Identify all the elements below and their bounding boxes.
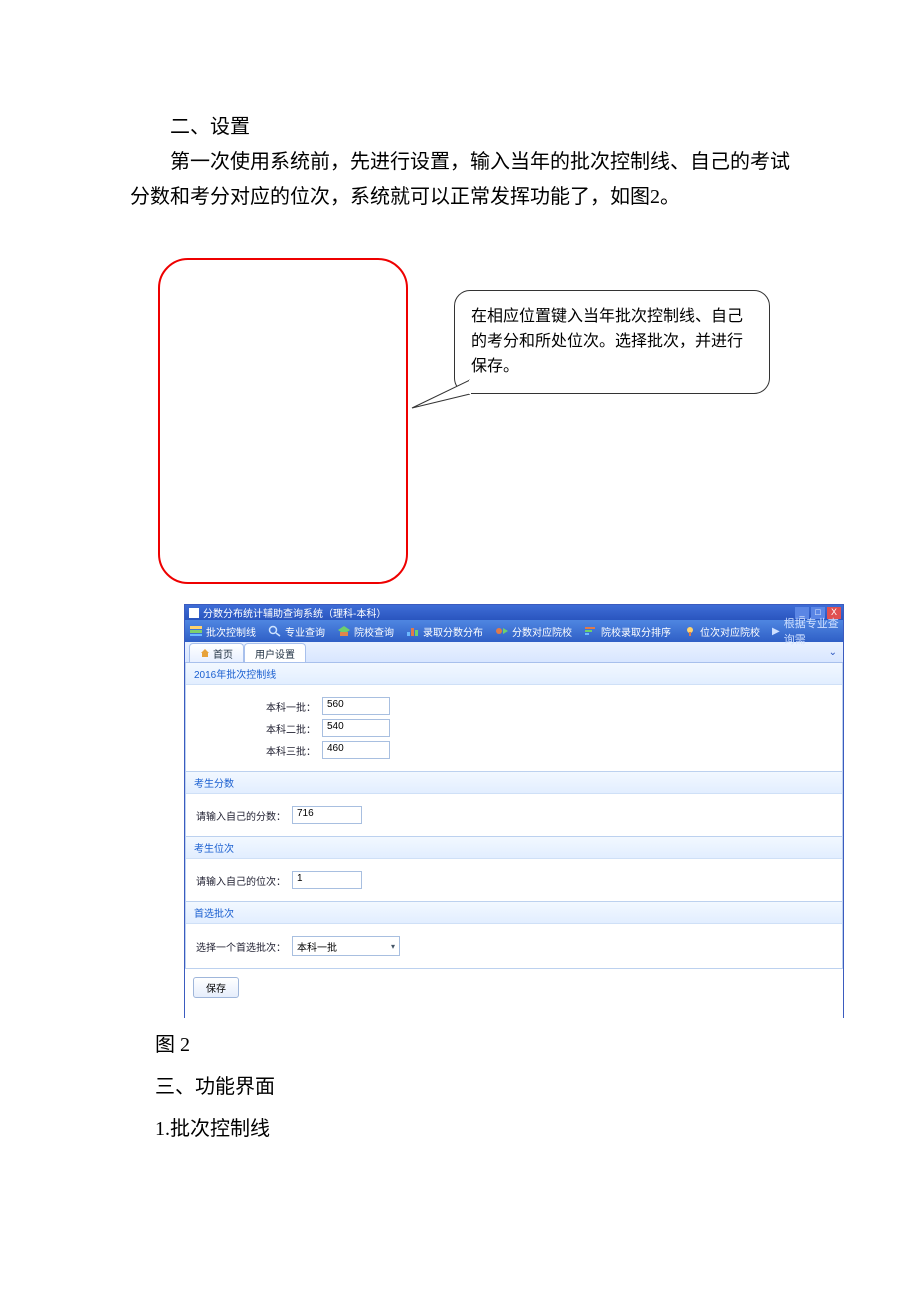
content-area: 2016年批次控制线 本科一批： 560 本科二批： 540 本科三批： 460 — [185, 663, 843, 1018]
tab-user-settings[interactable]: 用户设置 — [244, 643, 306, 662]
toolbar-item-school-rank[interactable]: 院校录取分排序 — [584, 624, 671, 639]
match-icon — [495, 625, 509, 637]
window-titlebar: 分数分布统计辅助查询系统（理科-本科） _ □ X — [185, 605, 843, 620]
toolbar-label: 院校录取分排序 — [601, 624, 671, 639]
distribution-icon — [406, 625, 420, 637]
toolbar-label: 院校查询 — [354, 624, 394, 639]
callout-text: 在相应位置键入当年批次控制线、自己的考分和所处位次。选择批次，并进行保存。 — [471, 308, 743, 375]
callout-tail — [410, 380, 464, 412]
toolbar-label: 批次控制线 — [206, 624, 256, 639]
heading-3-functions: 三、功能界面 — [155, 1070, 275, 1099]
label-score: 请输入自己的分数： — [196, 808, 292, 823]
tabbar-expand-icon[interactable]: ⌄ — [829, 647, 837, 658]
app-icon — [189, 608, 199, 618]
app-window: 分数分布统计辅助查询系统（理科-本科） _ □ X 批次控制线 专业查询 — [184, 604, 844, 1018]
toolbar-item-school-query[interactable]: 院校查询 — [337, 624, 394, 639]
label-batch-1: 本科一批： — [196, 699, 322, 714]
position-icon — [683, 625, 697, 637]
input-batch-3[interactable]: 460 — [322, 741, 390, 759]
label-batch-3: 本科三批： — [196, 743, 322, 758]
input-score[interactable]: 716 — [292, 806, 362, 824]
section-header-cutoff: 2016年批次控制线 — [186, 663, 842, 685]
tab-bar: 首页 用户设置 ⌄ — [185, 642, 843, 663]
input-batch-2[interactable]: 540 — [322, 719, 390, 737]
window-title: 分数分布统计辅助查询系统（理科-本科） — [203, 605, 795, 620]
input-rank[interactable]: 1 — [292, 871, 362, 889]
section-header-score: 考生分数 — [186, 772, 842, 794]
chevron-down-icon: ▾ — [391, 942, 395, 951]
toolbar-overflow[interactable]: ▶ 根据专业查询需 — [772, 615, 839, 647]
panel-rank: 考生位次 请输入自己的位次： 1 — [185, 837, 843, 902]
section-header-pref: 首选批次 — [186, 902, 842, 924]
tab-home-label: 首页 — [213, 646, 233, 661]
panel-preferred-batch: 首选批次 选择一个首选批次： 本科一批 ▾ — [185, 902, 843, 969]
list-item-cutoff: 1.批次控制线 — [155, 1112, 270, 1141]
toolbar-overflow-label: 根据专业查询需 — [784, 615, 839, 647]
heading-2-settings: 二、设置 — [130, 110, 800, 145]
select-preferred-batch[interactable]: 本科一批 ▾ — [292, 936, 400, 956]
search-icon — [268, 625, 282, 637]
select-value: 本科一批 — [297, 939, 337, 954]
toolbar-label: 录取分数分布 — [423, 624, 483, 639]
stack-icon — [189, 625, 203, 637]
figure-caption: 图 2 — [155, 1028, 190, 1057]
label-batch-2: 本科二批： — [196, 721, 322, 736]
label-pref: 选择一个首选批次： — [196, 939, 292, 954]
panel-cutoff-lines: 2016年批次控制线 本科一批： 560 本科二批： 540 本科三批： 460 — [185, 663, 843, 772]
toolbar-item-score-to-school[interactable]: 分数对应院校 — [495, 624, 572, 639]
rank-icon — [584, 625, 598, 637]
main-toolbar: 批次控制线 专业查询 院校查询 录取分数分布 — [185, 620, 843, 642]
tab-home[interactable]: 首页 — [189, 643, 244, 662]
label-rank: 请输入自己的位次： — [196, 873, 292, 888]
toolbar-label: 位次对应院校 — [700, 624, 760, 639]
toolbar-item-rank-to-school[interactable]: 位次对应院校 — [683, 624, 760, 639]
section-header-rank: 考生位次 — [186, 837, 842, 859]
panel-score: 考生分数 请输入自己的分数： 716 — [185, 772, 843, 837]
chevron-right-icon: ▶ — [772, 626, 780, 637]
paragraph-intro: 第一次使用系统前，先进行设置，输入当年的批次控制线、自己的考试分数和考分对应的位… — [130, 145, 800, 215]
input-batch-1[interactable]: 560 — [322, 697, 390, 715]
tab-settings-label: 用户设置 — [255, 646, 295, 661]
save-button[interactable]: 保存 — [193, 977, 239, 998]
school-icon — [337, 625, 351, 637]
toolbar-item-major-query[interactable]: 专业查询 — [268, 624, 325, 639]
callout-bubble: 在相应位置键入当年批次控制线、自己的考分和所处位次。选择批次，并进行保存。 — [454, 290, 770, 394]
document-body: 二、设置 第一次使用系统前，先进行设置，输入当年的批次控制线、自己的考试分数和考… — [130, 110, 800, 215]
toolbar-label: 分数对应院校 — [512, 624, 572, 639]
toolbar-item-cutoff[interactable]: 批次控制线 — [189, 624, 256, 639]
toolbar-label: 专业查询 — [285, 624, 325, 639]
home-icon — [200, 648, 210, 658]
highlight-red-box — [158, 258, 408, 584]
toolbar-item-score-dist[interactable]: 录取分数分布 — [406, 624, 483, 639]
